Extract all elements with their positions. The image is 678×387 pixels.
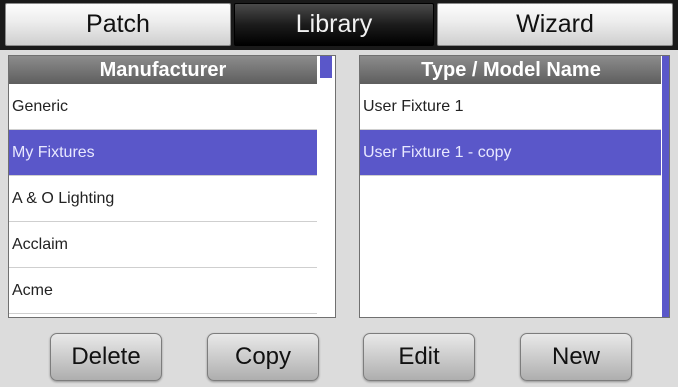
tab-bar: Patch Library Wizard [0, 0, 678, 50]
new-button[interactable]: New [520, 333, 632, 381]
list-item-selected[interactable]: User Fixture 1 - copy [360, 130, 662, 176]
manufacturer-list[interactable]: Manufacturer Generic My Fixtures A & O L… [8, 55, 336, 318]
model-scroll-thumb[interactable] [662, 56, 669, 317]
list-item[interactable]: Acme [9, 268, 317, 314]
model-scrollbar[interactable] [661, 56, 669, 317]
delete-button[interactable]: Delete [50, 333, 162, 381]
model-list-header: Type / Model Name [360, 56, 662, 84]
list-item[interactable]: A & O Lighting [9, 176, 317, 222]
edit-button[interactable]: Edit [363, 333, 475, 381]
tab-library[interactable]: Library [234, 3, 434, 46]
copy-button[interactable]: Copy [207, 333, 319, 381]
manufacturer-list-header: Manufacturer [9, 56, 317, 84]
manufacturer-rows: Generic My Fixtures A & O Lighting Accla… [9, 84, 317, 314]
list-item[interactable]: Generic [9, 84, 317, 130]
tab-patch[interactable]: Patch [5, 3, 231, 46]
manufacturer-scroll-thumb[interactable] [320, 56, 332, 78]
tab-wizard[interactable]: Wizard [437, 3, 673, 46]
manufacturer-scrollbar[interactable] [317, 56, 335, 317]
model-rows: User Fixture 1 User Fixture 1 - copy [360, 84, 662, 176]
list-item[interactable]: Acclaim [9, 222, 317, 268]
model-list[interactable]: Type / Model Name User Fixture 1 User Fi… [359, 55, 670, 318]
list-item[interactable]: User Fixture 1 [360, 84, 662, 130]
list-item-selected[interactable]: My Fixtures [9, 130, 317, 176]
